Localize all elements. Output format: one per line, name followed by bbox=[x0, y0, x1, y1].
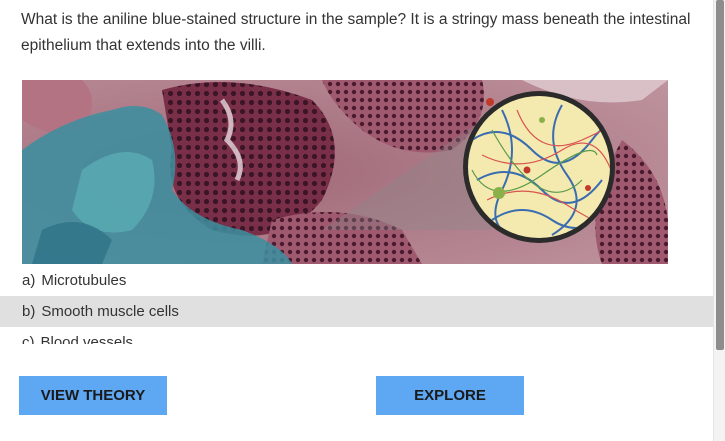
option-label: Microtubules bbox=[41, 272, 127, 289]
option-a[interactable]: a) Microtubules bbox=[0, 265, 714, 296]
micrograph-image bbox=[22, 80, 668, 264]
option-letter: b) bbox=[22, 303, 36, 320]
option-label: Smooth muscle cells bbox=[41, 303, 179, 320]
option-b[interactable]: b) Smooth muscle cells bbox=[0, 296, 714, 327]
option-c[interactable]: c) Blood vessels bbox=[0, 327, 714, 344]
scrollbar[interactable] bbox=[713, 0, 725, 441]
option-letter: c) bbox=[22, 334, 35, 344]
scrollbar-thumb[interactable] bbox=[716, 0, 724, 350]
answer-options: a) Microtubules b) Smooth muscle cells c) B… bbox=[0, 265, 714, 344]
question-text: What is the aniline blue-stained structu… bbox=[21, 11, 691, 54]
option-label: Blood vessels bbox=[40, 334, 134, 344]
option-letter: a) bbox=[22, 272, 36, 289]
view-theory-button[interactable]: VIEW THEORY bbox=[19, 376, 167, 415]
explore-button[interactable]: EXPLORE bbox=[376, 376, 524, 415]
